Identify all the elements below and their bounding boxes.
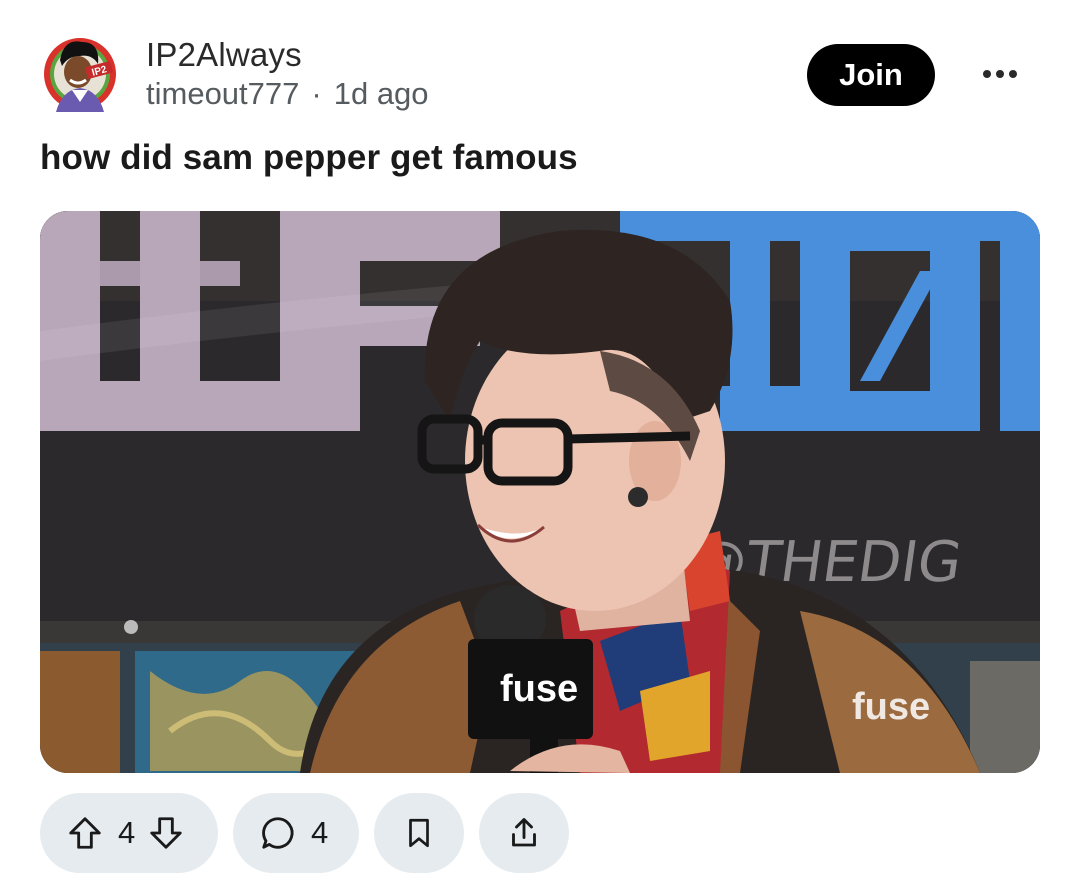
join-button[interactable]: Join: [807, 44, 935, 106]
community-avatar[interactable]: IP2: [42, 34, 118, 112]
comments-button[interactable]: 4: [233, 793, 359, 873]
downvote-icon[interactable]: [147, 814, 185, 852]
post-meta: IP2Always timeout777 · 1d ago: [146, 36, 429, 114]
more-dot: [1009, 70, 1017, 78]
banner-text-right: 20: [940, 243, 952, 254]
upvote-icon[interactable]: [66, 814, 104, 852]
share-icon: [506, 814, 542, 852]
post-image[interactable]: OP 20 @THEDIG fuse fuse: [40, 211, 1040, 773]
community-name[interactable]: IP2Always: [146, 36, 429, 74]
comment-icon: [259, 814, 297, 852]
more-dot: [996, 70, 1004, 78]
author-name[interactable]: timeout777: [146, 76, 299, 111]
post-subline: timeout777 · 1d ago: [146, 74, 429, 114]
post-title[interactable]: how did sam pepper get famous: [40, 138, 578, 178]
more-dots-icon: [983, 70, 991, 78]
more-options-button[interactable]: [965, 54, 1035, 94]
share-button[interactable]: [479, 793, 569, 873]
banner-text-left: OP: [420, 243, 435, 254]
mic-brand-label: fuse: [500, 668, 578, 710]
comment-count: 4: [311, 815, 329, 850]
post-age: 1d ago: [333, 76, 429, 111]
bookmark-icon: [402, 815, 436, 851]
vote-control: 4: [40, 793, 218, 873]
vote-count: 4: [118, 815, 136, 850]
save-button[interactable]: [374, 793, 464, 873]
video-watermark: fuse: [852, 686, 930, 728]
post-header: IP2 IP2Always timeout777 · 1d ago Join: [40, 34, 1040, 116]
meta-separator: ·: [311, 76, 322, 111]
